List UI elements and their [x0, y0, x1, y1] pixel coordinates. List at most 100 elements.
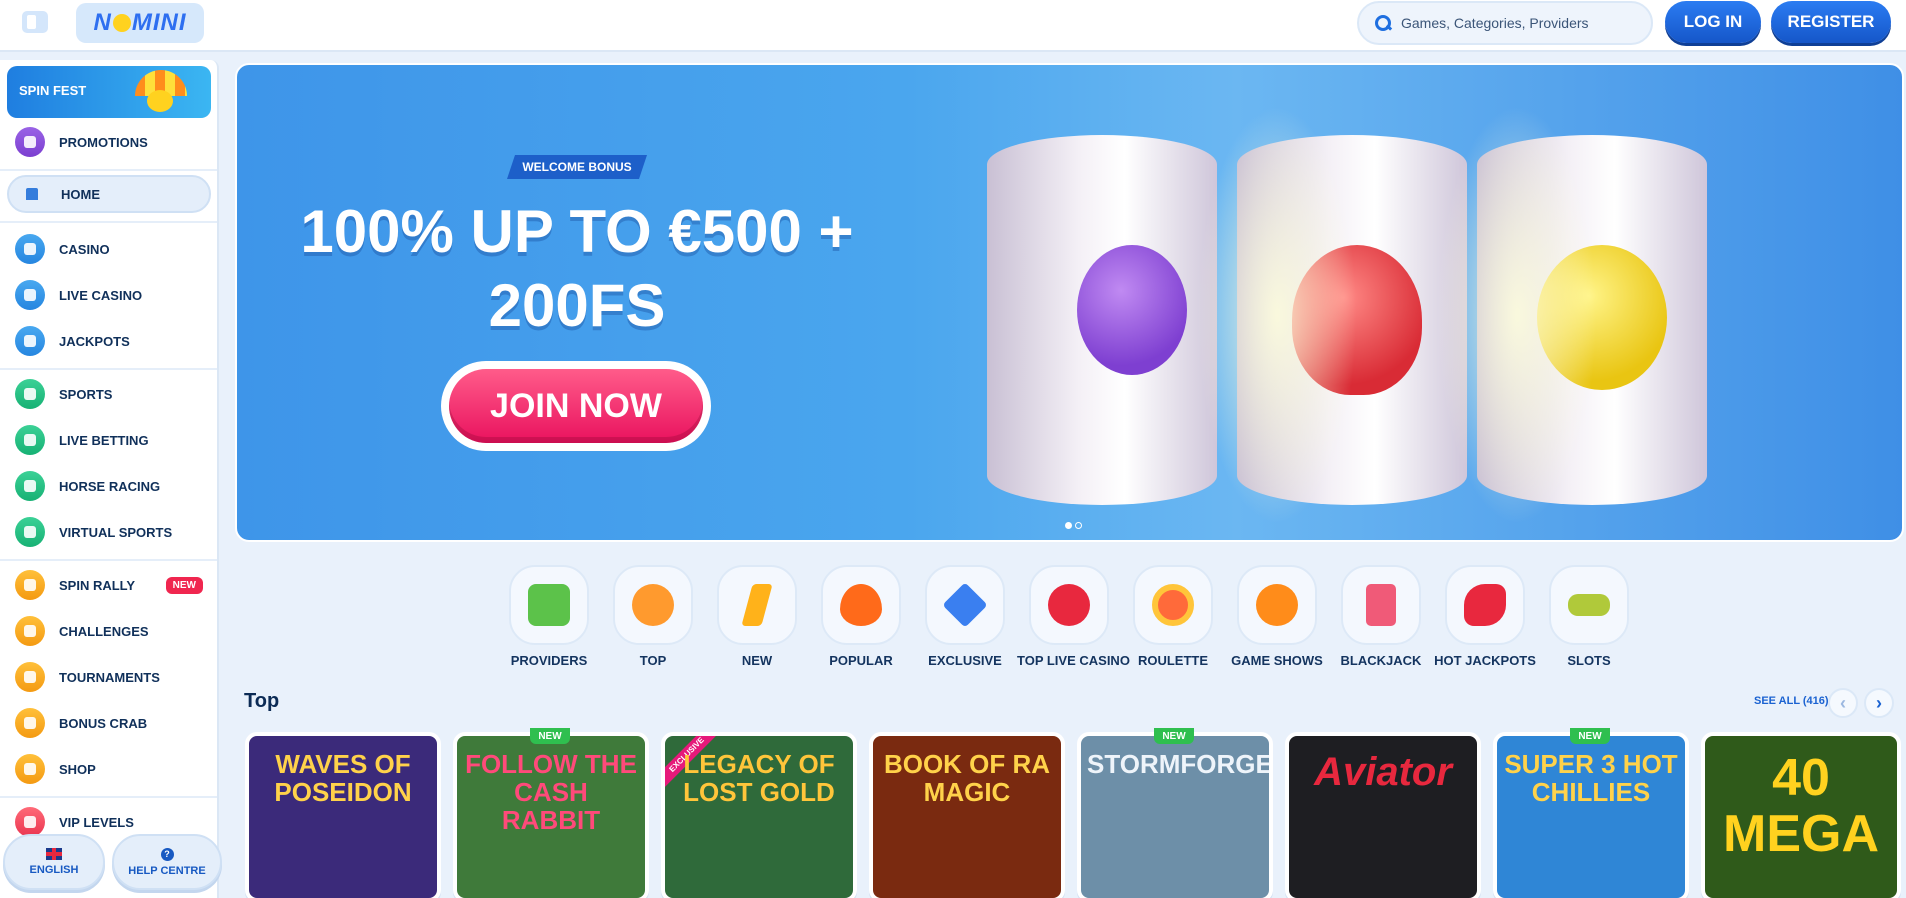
game-tile[interactable]: WAVES OF POSEIDON — [245, 732, 441, 898]
orange-icon — [1256, 584, 1298, 626]
sports-icon — [15, 379, 45, 409]
sidebar-item-label: CASINO — [59, 241, 110, 257]
slot-reel — [987, 135, 1217, 505]
category-providers[interactable]: PROVIDERS — [497, 565, 601, 668]
new-badge: NEW — [1154, 728, 1194, 744]
category-popular[interactable]: POPULAR — [809, 565, 913, 668]
game-title: 40 MEGA — [1723, 749, 1879, 863]
game-tile[interactable]: EXCLUSIVE LEGACY OF LOST GOLD — [661, 732, 857, 898]
category-label: TOP — [639, 653, 667, 668]
category-slots[interactable]: SLOTS — [1537, 565, 1641, 668]
chips-icon — [1048, 584, 1090, 626]
sidebar-item-home[interactable]: HOME — [7, 175, 211, 213]
sidebar-item-live-casino[interactable]: LIVE CASINO — [7, 276, 211, 314]
category-icon-box — [925, 565, 1005, 645]
divider — [0, 221, 217, 223]
horse-racing-icon — [15, 471, 45, 501]
vip-icon — [15, 807, 45, 837]
top-header: NMINI LOG IN REGISTER — [0, 0, 1906, 52]
carousel-dot[interactable] — [1075, 522, 1082, 529]
new-badge: NEW — [530, 728, 570, 744]
category-roulette[interactable]: ROULETTE — [1121, 565, 1225, 668]
live-betting-icon — [15, 425, 45, 455]
sidebar-item-horse-racing[interactable]: HORSE RACING — [7, 467, 211, 505]
chevron-right-icon[interactable]: › — [1864, 688, 1894, 718]
sidebar: SPIN FEST PROMOTIONS HOME CASINO LIVE CA… — [0, 60, 219, 898]
game-title: LEGACY OF LOST GOLD — [683, 749, 835, 807]
category-icon-box — [1237, 565, 1317, 645]
sidebar-item-label: SPORTS — [59, 386, 113, 402]
category-blackjack[interactable]: BLACKJACK — [1329, 565, 1433, 668]
sidebar-item-label: TOURNAMENTS — [59, 669, 160, 685]
gift-icon — [15, 127, 45, 157]
category-exclusive[interactable]: EXCLUSIVE — [913, 565, 1017, 668]
section-title-top: Top — [244, 690, 280, 712]
sidebar-item-live-betting[interactable]: LIVE BETTING — [7, 421, 211, 459]
hero-title-line1: 100% UP TO €500 + — [300, 198, 854, 265]
join-now-button[interactable]: JOIN NOW — [449, 369, 703, 443]
game-title: FOLLOW THE CASH RABBIT — [465, 749, 637, 835]
sidebar-item-challenges[interactable]: CHALLENGES — [7, 612, 211, 650]
diamond-icon — [942, 582, 988, 628]
sidebar-item-label: LIVE BETTING — [59, 432, 149, 448]
crown-icon — [632, 584, 674, 626]
register-button[interactable]: REGISTER — [1771, 1, 1891, 43]
carousel-dots — [1065, 522, 1082, 529]
game-tile[interactable]: STORMFORGED — [1077, 732, 1273, 898]
game-tile[interactable]: 40 MEGA — [1701, 732, 1901, 898]
chevron-left-icon[interactable]: ‹ — [1828, 688, 1858, 718]
help-centre-button[interactable]: ? HELP CENTRE — [112, 834, 222, 890]
game-title: Aviator — [1314, 750, 1452, 794]
language-label: ENGLISH — [29, 864, 79, 876]
sidebar-item-label: CHALLENGES — [59, 623, 149, 639]
search-bar[interactable] — [1357, 1, 1653, 45]
sidebar-item-label: SHOP — [59, 761, 96, 777]
nomini-logo[interactable]: N MINI — [76, 3, 204, 43]
sidebar-item-sports[interactable]: SPORTS — [7, 375, 211, 413]
category-top[interactable]: TOP — [601, 565, 705, 668]
see-all-link[interactable]: SEE ALL (416) — [1754, 695, 1829, 707]
divider — [0, 368, 217, 370]
category-icon-box — [1029, 565, 1109, 645]
sidebar-item-virtual-sports[interactable]: VIRTUAL SPORTS — [7, 513, 211, 551]
category-top-live-casino[interactable]: TOP LIVE CASINO — [1017, 565, 1130, 668]
spin-fest-banner[interactable]: SPIN FEST — [7, 66, 211, 118]
sidebar-item-jackpots[interactable]: JACKPOTS — [7, 322, 211, 360]
game-tile[interactable]: Aviator — [1285, 732, 1481, 898]
virtual-sports-icon — [15, 517, 45, 547]
category-label: NEW — [741, 653, 773, 668]
slot-icon — [1568, 594, 1610, 616]
category-icon-box — [1549, 565, 1629, 645]
sidebar-item-label: HOME — [61, 186, 100, 202]
search-input[interactable] — [1401, 15, 1641, 31]
sidebar-item-shop[interactable]: SHOP — [7, 750, 211, 788]
home-icon — [17, 179, 47, 209]
hero-banner[interactable]: WELCOME BONUS 100% UP TO €500 + 200FS JO… — [235, 63, 1904, 542]
welcome-bonus-badge: WELCOME BONUS — [507, 155, 647, 179]
category-label: SLOTS — [1567, 653, 1611, 668]
sidebar-item-label: VIP LEVELS — [59, 814, 134, 830]
sidebar-item-label: HORSE RACING — [59, 478, 161, 494]
sidebar-item-bonus-crab[interactable]: BONUS CRAB — [7, 704, 211, 742]
carousel-dot[interactable] — [1065, 522, 1072, 529]
sidebar-toggle-icon[interactable] — [22, 11, 48, 33]
sidebar-item-spin-rally[interactable]: SPIN RALLY NEW — [7, 566, 211, 604]
sidebar-item-label: BONUS CRAB — [59, 715, 148, 731]
category-hot-jackpots[interactable]: HOT JACKPOTS — [1433, 565, 1537, 668]
game-tile[interactable]: FOLLOW THE CASH RABBIT — [453, 732, 649, 898]
category-game-shows[interactable]: GAME SHOWS — [1225, 565, 1329, 668]
game-tile[interactable]: SUPER 3 HOT CHILLIES — [1493, 732, 1689, 898]
game-tile[interactable]: BOOK OF RA MAGIC — [869, 732, 1065, 898]
shop-icon — [15, 754, 45, 784]
sidebar-item-promotions[interactable]: PROMOTIONS — [7, 123, 211, 161]
challenges-icon — [15, 616, 45, 646]
language-button[interactable]: ENGLISH — [3, 834, 105, 890]
category-label: POPULAR — [829, 653, 893, 668]
lightning-icon — [741, 584, 773, 626]
uk-flag-icon — [46, 848, 62, 860]
login-button[interactable]: LOG IN — [1665, 1, 1761, 43]
sidebar-item-tournaments[interactable]: TOURNAMENTS — [7, 658, 211, 696]
game-title: SUPER 3 HOT CHILLIES — [1504, 749, 1678, 807]
sidebar-item-casino[interactable]: CASINO — [7, 230, 211, 268]
category-new[interactable]: NEW — [705, 565, 809, 668]
